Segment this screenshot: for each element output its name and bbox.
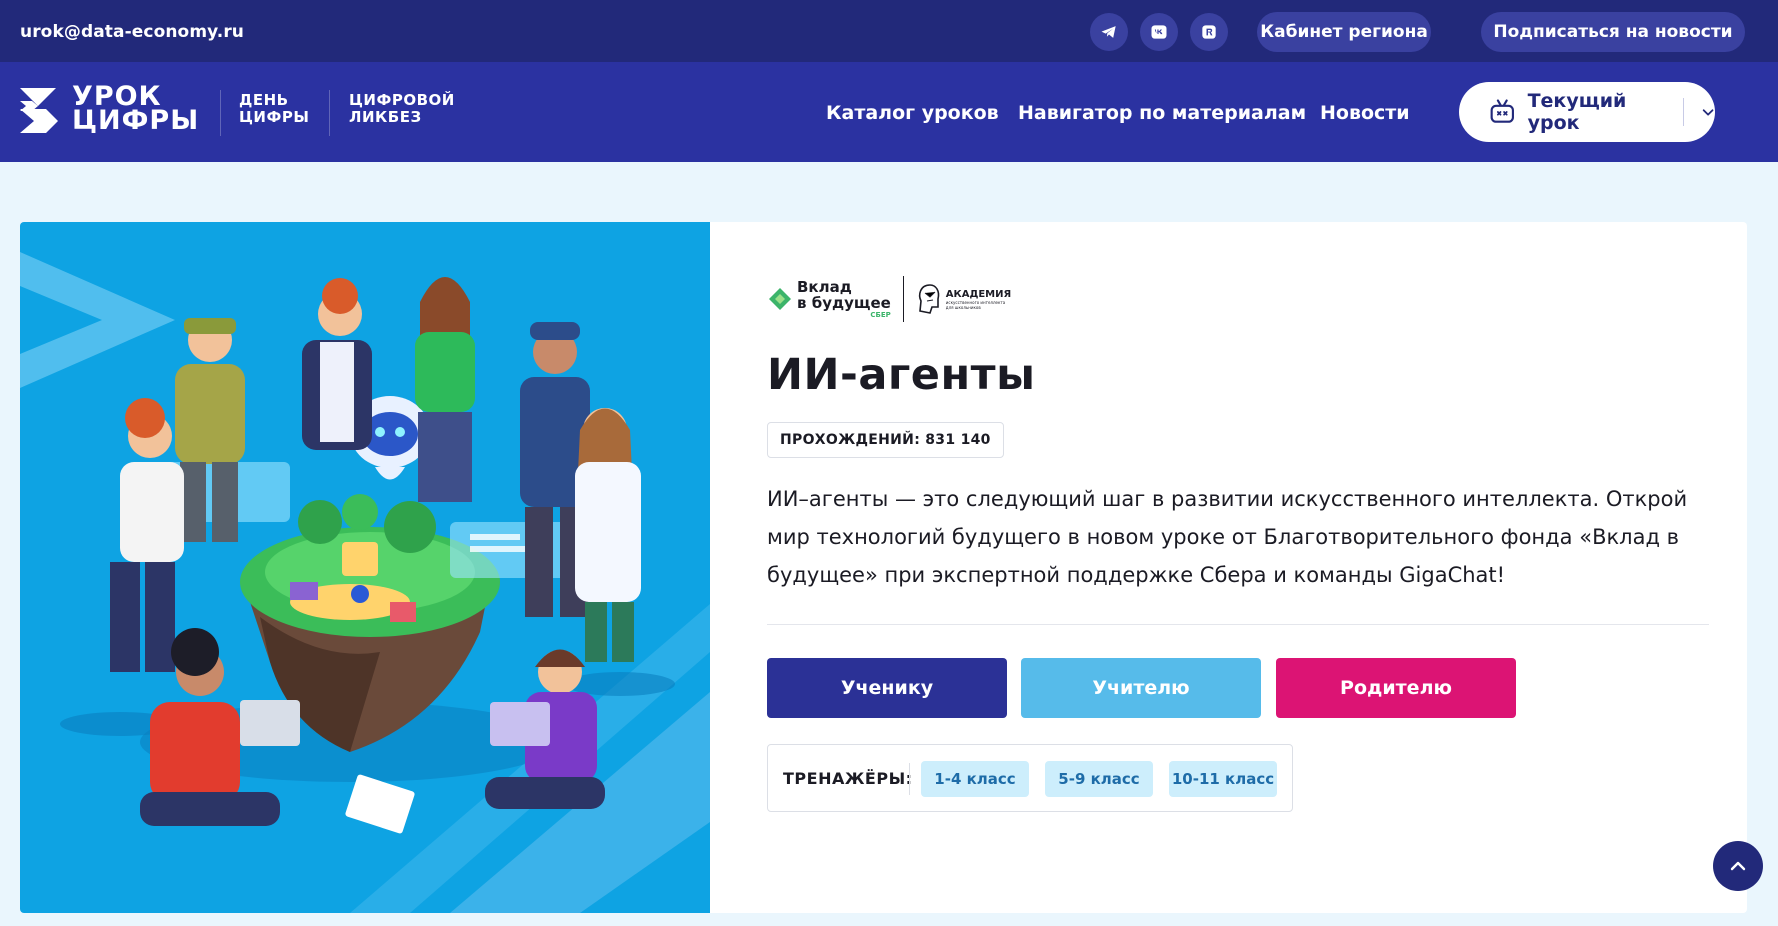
brand-divider bbox=[220, 90, 221, 136]
lesson-title: ИИ-агенты bbox=[767, 350, 1036, 400]
trainers-divider bbox=[909, 763, 910, 795]
nav-materials-navigator[interactable]: Навигатор по материалам bbox=[1018, 102, 1306, 124]
partner-divider bbox=[902, 276, 904, 322]
current-lesson-button[interactable]: Текущий урок bbox=[1459, 82, 1715, 142]
completions-badge: ПРОХОЖДЕНИЙ: 831 140 bbox=[767, 422, 1004, 458]
nav-news[interactable]: Новости bbox=[1320, 102, 1410, 124]
brand-likbez-link[interactable]: ЦИФРОВОЙ ЛИКБЕЗ bbox=[349, 92, 455, 126]
trainers-panel: ТРЕНАЖЁРЫ: 1-4 класс 5-9 класс 10-11 кла… bbox=[767, 744, 1293, 812]
chevron-up-icon bbox=[1730, 861, 1746, 871]
grade-5-9-button[interactable]: 5-9 класс bbox=[1045, 761, 1153, 797]
partner-logos: Вклад в будущее СБЕР АКАДЕМИЯ искусствен… bbox=[767, 276, 1011, 322]
site-logo[interactable]: УРОК ЦИФРЫ bbox=[18, 81, 200, 136]
academy-logo: АКАДЕМИЯ искусственного интеллекта для ш… bbox=[916, 283, 1011, 315]
robot-icon bbox=[1490, 99, 1514, 123]
grade-1-4-button[interactable]: 1-4 класс bbox=[921, 761, 1029, 797]
vklad-logo-icon bbox=[769, 288, 791, 310]
telegram-icon[interactable] bbox=[1090, 13, 1128, 51]
logo-icon bbox=[20, 88, 58, 133]
student-button[interactable]: Ученику bbox=[767, 658, 1007, 718]
academy-head-icon bbox=[918, 284, 940, 314]
top-bar: urok@data-economy.ru Кабинет региона Под… bbox=[0, 0, 1778, 62]
grade-10-11-button[interactable]: 10-11 класс bbox=[1169, 761, 1277, 797]
brand-divider bbox=[329, 90, 330, 136]
teacher-button[interactable]: Учителю bbox=[1021, 658, 1261, 718]
vk-icon[interactable] bbox=[1140, 13, 1178, 51]
lesson-illustration bbox=[20, 222, 710, 913]
lesson-description: ИИ–агенты — это следующий шаг в развитии… bbox=[767, 487, 1688, 587]
subscribe-news-button[interactable]: Подписаться на новости bbox=[1481, 12, 1745, 52]
main-navbar: УРОК ЦИФРЫ ДЕНЬ ЦИФРЫ ЦИФРОВОЙ ЛИКБЕЗ Ка… bbox=[0, 62, 1778, 162]
contact-email-link[interactable]: urok@data-economy.ru bbox=[20, 22, 244, 42]
button-divider bbox=[1682, 98, 1684, 126]
illustration-art bbox=[20, 252, 710, 913]
trainers-label: ТРЕНАЖЁРЫ: bbox=[783, 769, 913, 788]
logo-wordmark: УРОК ЦИФРЫ bbox=[72, 81, 200, 136]
vklad-logo: Вклад в будущее СБЕР bbox=[767, 279, 891, 319]
region-cabinet-button[interactable]: Кабинет региона bbox=[1257, 12, 1431, 52]
chevron-down-icon bbox=[1702, 109, 1714, 116]
brand-den-cifry-link[interactable]: ДЕНЬ ЦИФРЫ bbox=[239, 92, 309, 126]
content-divider bbox=[767, 624, 1709, 625]
lesson-card: Вклад в будущее СБЕР АКАДЕМИЯ искусствен… bbox=[20, 222, 1747, 913]
rutube-icon[interactable] bbox=[1190, 13, 1228, 51]
nav-lessons-catalog[interactable]: Каталог уроков bbox=[826, 102, 999, 124]
parent-button[interactable]: Родителю bbox=[1276, 658, 1516, 718]
scroll-to-top-button[interactable] bbox=[1713, 841, 1763, 891]
